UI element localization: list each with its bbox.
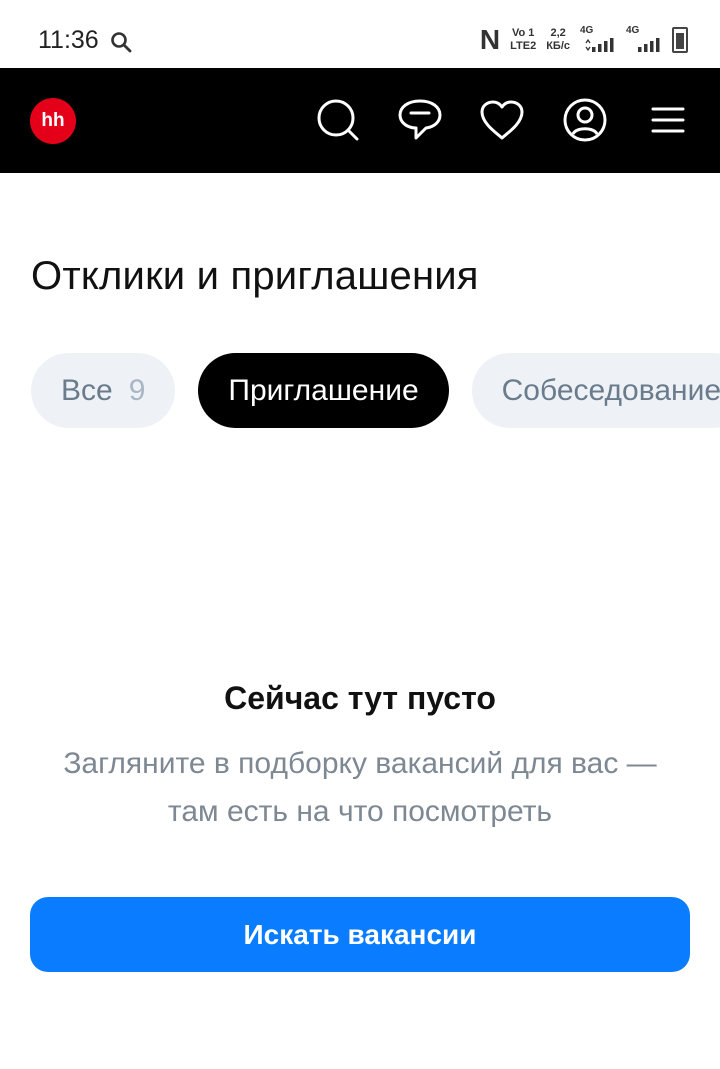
volte-top: Vo 1 [511,27,535,39]
heart-icon[interactable] [478,96,526,144]
search-vacancies-button[interactable]: Искать вакансии [30,897,690,972]
signal-icon-2: 4G [626,25,662,55]
empty-state-title: Сейчас тут пусто [224,680,496,716]
chip-invitation-label: Приглашение [228,373,419,407]
chat-icon[interactable] [396,96,444,144]
speed-value: 2,2 [550,27,566,39]
nfc-icon: N [479,24,501,55]
signal-2-label: 4G [626,25,640,36]
chip-all-count: 9 [128,373,146,407]
status-time: 11:36 [38,26,99,54]
volte-indicator: Vo 1 LTE2 [510,27,536,53]
filter-chips: Все 9 Приглашение Собеседование [31,353,720,428]
search-icon[interactable] [314,96,362,144]
empty-state-text-line2: там есть на что посмотреть [167,795,553,828]
app-header: hh [0,68,720,173]
speed-unit: КБ/с [546,40,570,52]
chip-interview[interactable]: Собеседование [471,353,720,428]
chip-all-label: Все [61,373,113,407]
network-speed: 2,2 КБ/с [546,27,570,53]
empty-state-text-line1: Загляните в подборку вакансий для вас — [63,747,657,780]
chip-interview-label: Собеседование [501,373,720,407]
chip-all[interactable]: Все 9 [31,353,176,428]
menu-icon[interactable] [644,96,692,144]
status-indicators: N Vo 1 LTE2 2,2 КБ/с 4G 4G [480,24,688,56]
empty-state-text: Загляните в подборку вакансий для вас — … [20,740,700,836]
volte-bottom: LTE2 [510,40,537,52]
hh-logo[interactable]: hh [30,98,76,144]
chip-invitation[interactable]: Приглашение [198,353,449,428]
profile-icon[interactable] [561,96,609,144]
battery-icon [672,27,688,53]
status-search-icon [111,32,132,53]
status-bar: 11:36 N Vo 1 LTE2 2,2 КБ/с 4G 4G [0,0,720,68]
page-title: Отклики и приглашения [31,254,479,298]
signal-1-label: 4G [580,25,594,36]
signal-icon-1: 4G [580,25,616,55]
